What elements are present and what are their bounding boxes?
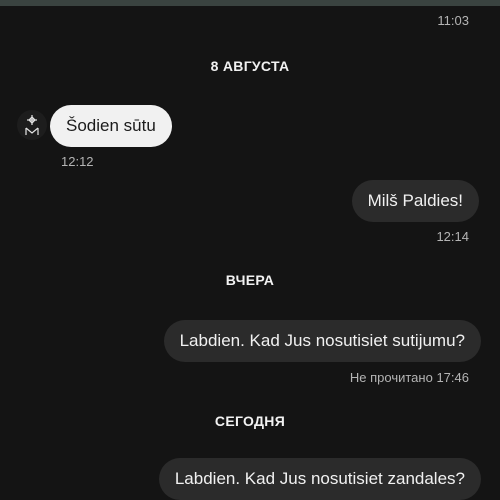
date-divider: СЕГОДНЯ — [214, 413, 286, 429]
top-bar-strip — [0, 0, 500, 6]
message-time: 17:46 — [436, 370, 469, 385]
message-time: 11:03 — [437, 13, 469, 28]
outgoing-message-bubble[interactable]: Milš Paldies! — [351, 180, 479, 222]
sender-avatar[interactable] — [17, 110, 47, 140]
brand-logo-icon — [25, 115, 39, 135]
date-divider: ВЧЕРА — [225, 272, 275, 288]
chat-screen: 11:03 8 АВГУСТА Šodien sūtu 12:12 Milš P… — [0, 0, 500, 500]
incoming-message-bubble[interactable]: Šodien sūtu — [50, 105, 172, 147]
message-time: 12:12 — [61, 154, 94, 169]
message-time: 12:14 — [436, 229, 469, 244]
outgoing-message-bubble[interactable]: Labdien. Kad Jus nosutisiet zandales? — [158, 458, 481, 500]
message-status: Не прочитано 17:46 — [350, 370, 469, 385]
outgoing-message-bubble[interactable]: Labdien. Kad Jus nosutisiet sutijumu? — [163, 320, 481, 362]
unread-status-label: Не прочитано — [349, 370, 433, 385]
date-divider: 8 АВГУСТА — [210, 58, 290, 74]
